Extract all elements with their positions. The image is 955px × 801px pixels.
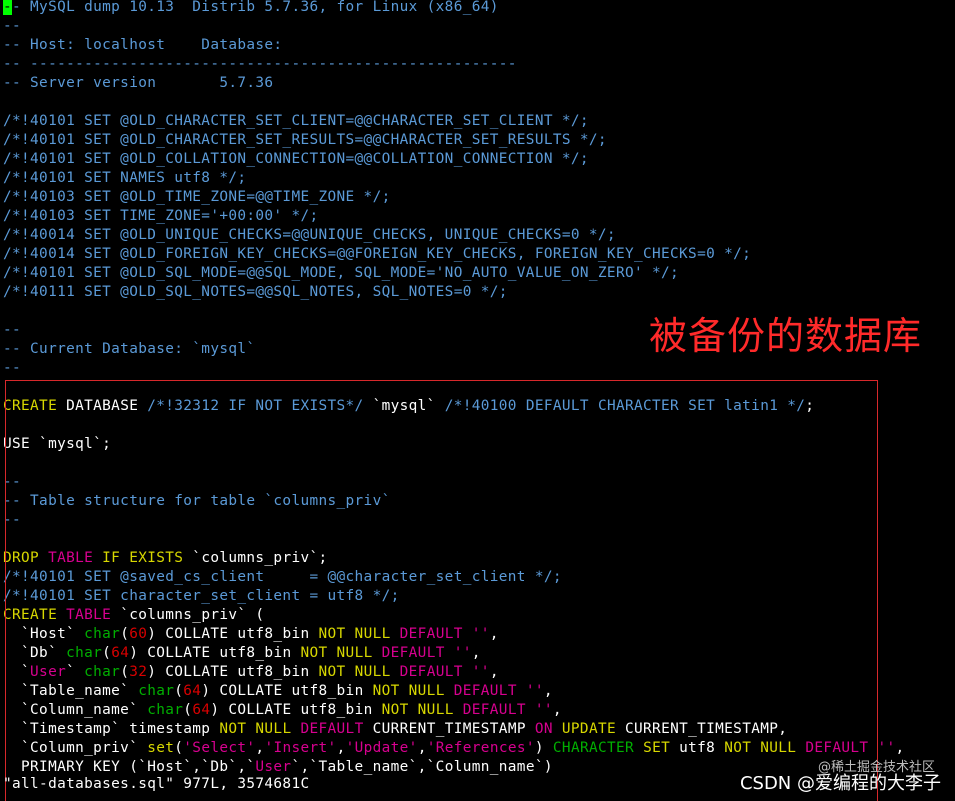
code-line: /*!40014 SET @OLD_UNIQUE_CHECKS=@@UNIQUE… bbox=[3, 226, 616, 245]
code-line: /*!40101 SET @OLD_CHARACTER_SET_CLIENT=@… bbox=[3, 112, 589, 131]
code-token: -- bbox=[3, 18, 22, 34]
code-token: /*!40103 SET @OLD_TIME_ZONE=@@TIME_ZONE … bbox=[3, 189, 391, 205]
code-line: -- bbox=[3, 321, 21, 340]
code-token: /*!40103 SET TIME_ZONE='+00:00' */; bbox=[3, 208, 319, 224]
watermark-csdn: CSDN @爱编程的大李子 bbox=[739, 773, 941, 794]
code-line: -- MySQL dump 10.13 Distrib 5.7.36, for … bbox=[3, 0, 499, 17]
code-line: -- -------------------------------------… bbox=[3, 55, 517, 74]
code-line: /*!40101 SET @OLD_COLLATION_CONNECTION=@… bbox=[3, 150, 589, 169]
annotation-label: 被备份的数据库 bbox=[649, 314, 923, 358]
code-token: -- bbox=[3, 360, 22, 376]
code-line: -- bbox=[3, 359, 21, 378]
code-token: /*!40101 SET @OLD_CHARACTER_SET_RESULTS=… bbox=[3, 132, 607, 148]
code-line: -- bbox=[3, 17, 21, 36]
code-token: -- bbox=[3, 322, 22, 338]
code-line: /*!40101 SET NAMES utf8 */; bbox=[3, 169, 246, 188]
highlight-box bbox=[5, 380, 878, 801]
code-line: -- Host: localhost Database: bbox=[3, 36, 291, 55]
code-token: /*!40014 SET @OLD_UNIQUE_CHECKS=@@UNIQUE… bbox=[3, 227, 616, 243]
code-token: -- Server version 5.7.36 bbox=[3, 75, 274, 91]
code-line: /*!40014 SET @OLD_FOREIGN_KEY_CHECKS=@@F… bbox=[3, 245, 751, 264]
code-line: /*!40103 SET @OLD_TIME_ZONE=@@TIME_ZONE … bbox=[3, 188, 391, 207]
code-token: /*!40014 SET @OLD_FOREIGN_KEY_CHECKS=@@F… bbox=[3, 246, 752, 262]
code-token: - MySQL dump 10.13 Distrib 5.7.36, for L… bbox=[12, 0, 499, 15]
code-line: -- Current Database: `mysql` bbox=[3, 340, 255, 359]
code-token: /*!40101 SET @OLD_COLLATION_CONNECTION=@… bbox=[3, 151, 589, 167]
code-token: /*!40101 SET @OLD_CHARACTER_SET_CLIENT=@… bbox=[3, 113, 589, 129]
code-token: '' bbox=[877, 740, 896, 756]
code-token: -- Host: localhost Database: bbox=[3, 37, 292, 53]
code-token: , bbox=[895, 740, 905, 756]
code-line: /*!40103 SET TIME_ZONE='+00:00' */; bbox=[3, 207, 319, 226]
code-token: /*!40101 SET NAMES utf8 */; bbox=[3, 170, 247, 186]
code-token: /*!40101 SET @OLD_SQL_MODE=@@SQL_MODE, S… bbox=[3, 265, 680, 281]
code-line: /*!40101 SET @OLD_SQL_MODE=@@SQL_MODE, S… bbox=[3, 264, 679, 283]
code-token: /*!40111 SET @OLD_SQL_NOTES=@@SQL_NOTES,… bbox=[3, 284, 508, 300]
code-line: /*!40111 SET @OLD_SQL_NOTES=@@SQL_NOTES,… bbox=[3, 283, 508, 302]
code-token: -- -------------------------------------… bbox=[3, 56, 517, 72]
vim-status-line: "all-databases.sql" 977L, 3574681C bbox=[3, 776, 310, 792]
code-line: -- Server version 5.7.36 bbox=[3, 74, 273, 93]
code-token: -- Current Database: `mysql` bbox=[3, 341, 256, 357]
code-line: /*!40101 SET @OLD_CHARACTER_SET_RESULTS=… bbox=[3, 131, 607, 150]
text-cursor: - bbox=[3, 0, 13, 15]
